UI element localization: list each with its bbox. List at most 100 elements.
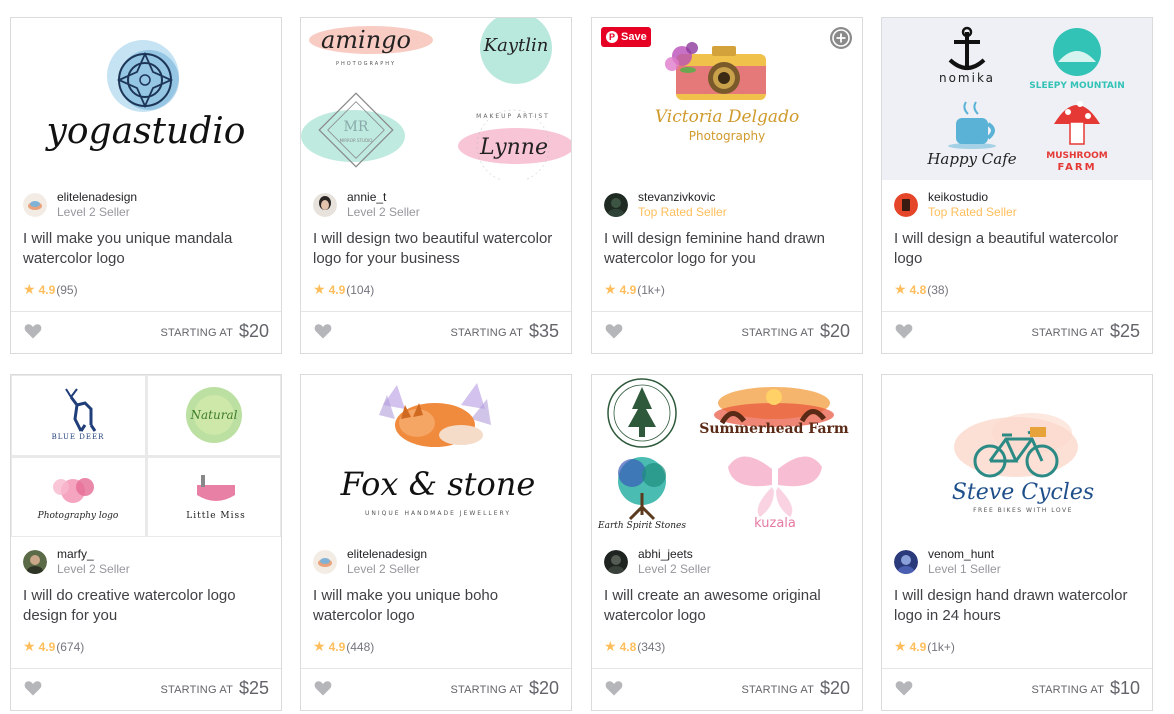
seller-level: Level 2 Seller bbox=[57, 562, 130, 576]
seller-level: Top Rated Seller bbox=[928, 205, 1017, 219]
heart-icon[interactable] bbox=[895, 680, 913, 696]
logo-text: Steve Cycles bbox=[952, 480, 1094, 505]
heart-icon[interactable] bbox=[605, 680, 623, 696]
logo-subtext: UNIQUE HANDMADE JEWELLERY bbox=[365, 510, 511, 517]
gig-card[interactable]: Victoria Delgado Photography P Save stev… bbox=[591, 17, 863, 354]
price-label: STARTING AT bbox=[1031, 327, 1104, 339]
logo-text: Earth Spirit Stones bbox=[597, 521, 686, 531]
seller-name[interactable]: marfy_ bbox=[57, 547, 94, 561]
rating: ★ 4.9(674) bbox=[23, 638, 84, 655]
gig-title[interactable]: I will design two beautiful watercolor l… bbox=[313, 229, 561, 269]
rating-score: 4.8 bbox=[619, 640, 637, 654]
gig-title[interactable]: I will make you unique boho watercolor l… bbox=[313, 586, 561, 626]
heart-icon[interactable] bbox=[314, 680, 332, 696]
avatar[interactable] bbox=[604, 550, 628, 574]
gig-card[interactable]: Steve Cycles FREE BIKES WITH LOVE venom_… bbox=[881, 374, 1153, 711]
gig-thumbnail[interactable]: amingo PHOTOGRAPHY Kaytlin MR MIRROR STU… bbox=[301, 18, 571, 180]
rating-score: 4.9 bbox=[619, 283, 637, 297]
rating-count: (448) bbox=[346, 640, 375, 654]
seller-name[interactable]: venom_hunt bbox=[928, 547, 994, 561]
gig-card[interactable]: BLUE DEER Natural Photography logo Littl… bbox=[10, 374, 282, 711]
logo-text: amingo bbox=[321, 26, 411, 54]
plus-circle-icon[interactable] bbox=[829, 26, 853, 50]
pinterest-save-button[interactable]: P Save bbox=[601, 27, 651, 47]
price-value[interactable]: $25 bbox=[1110, 321, 1140, 342]
avatar[interactable] bbox=[23, 550, 47, 574]
card-footer: STARTING AT $25 bbox=[882, 311, 1152, 353]
rating-count: (1k+) bbox=[637, 283, 665, 297]
seller-name[interactable]: keikostudio bbox=[928, 190, 988, 204]
price-value[interactable]: $25 bbox=[239, 678, 269, 699]
heart-icon[interactable] bbox=[24, 323, 42, 339]
seller-level: Level 2 Seller bbox=[347, 205, 420, 219]
price-label: STARTING AT bbox=[741, 684, 814, 696]
gig-thumbnail[interactable]: Summerhead Farm Earth Spirit Stones kuza… bbox=[592, 375, 862, 537]
rating: ★ 4.9(95) bbox=[23, 281, 78, 298]
logo-text: Fox & stone bbox=[340, 465, 536, 503]
logo-subtext: PHOTOGRAPHY bbox=[336, 61, 396, 67]
rating-score: 4.9 bbox=[38, 283, 56, 297]
gig-title[interactable]: I will design a beautiful watercolor log… bbox=[894, 229, 1142, 269]
rating-count: (38) bbox=[927, 283, 949, 297]
logo-text: Summerhead Farm bbox=[699, 421, 849, 437]
price-value[interactable]: $20 bbox=[820, 678, 850, 699]
star-icon: ★ bbox=[894, 281, 907, 297]
gig-card[interactable]: yogastudio elitelenadesign Level 2 Selle… bbox=[10, 17, 282, 354]
gig-thumbnail[interactable]: Victoria Delgado Photography P Save bbox=[592, 18, 862, 180]
price-value[interactable]: $20 bbox=[820, 321, 850, 342]
logo-subtext: MAKEUP ARTIST bbox=[476, 113, 550, 120]
rating-score: 4.9 bbox=[328, 283, 346, 297]
star-icon: ★ bbox=[23, 638, 36, 654]
avatar[interactable] bbox=[313, 193, 337, 217]
seller-name[interactable]: stevanzivkovic bbox=[638, 190, 715, 204]
avatar[interactable] bbox=[894, 193, 918, 217]
avatar[interactable] bbox=[604, 193, 628, 217]
seller-name[interactable]: elitelenadesign bbox=[57, 190, 137, 204]
heart-icon[interactable] bbox=[314, 323, 332, 339]
price-value[interactable]: $10 bbox=[1110, 678, 1140, 699]
logo-text: kuzala bbox=[754, 516, 796, 531]
avatar[interactable] bbox=[313, 550, 337, 574]
heart-icon[interactable] bbox=[895, 323, 913, 339]
gig-card[interactable]: amingo PHOTOGRAPHY Kaytlin MR MIRROR STU… bbox=[300, 17, 572, 354]
gig-title[interactable]: I will design feminine hand drawn waterc… bbox=[604, 229, 852, 269]
gig-title[interactable]: I will do creative watercolor logo desig… bbox=[23, 586, 271, 626]
card-footer: STARTING AT $20 bbox=[11, 311, 281, 353]
gig-thumbnail[interactable]: Steve Cycles FREE BIKES WITH LOVE bbox=[882, 375, 1152, 537]
gig-title[interactable]: I will create an awesome original waterc… bbox=[604, 586, 852, 626]
save-label: Save bbox=[621, 31, 647, 43]
rating-count: (1k+) bbox=[927, 640, 955, 654]
rating-score: 4.8 bbox=[909, 283, 927, 297]
rating-score: 4.9 bbox=[909, 640, 927, 654]
seller-name[interactable]: annie_t bbox=[347, 190, 386, 204]
price-value[interactable]: $35 bbox=[529, 321, 559, 342]
seller-name[interactable]: elitelenadesign bbox=[347, 547, 427, 561]
seller-level: Level 2 Seller bbox=[347, 562, 420, 576]
logo-subtext: MIRROR STUDIO bbox=[340, 138, 373, 143]
price-value[interactable]: $20 bbox=[529, 678, 559, 699]
gig-card[interactable]: Summerhead Farm Earth Spirit Stones kuza… bbox=[591, 374, 863, 711]
gig-title[interactable]: I will make you unique mandala watercolo… bbox=[23, 229, 271, 269]
star-icon: ★ bbox=[604, 281, 617, 297]
gig-thumbnail[interactable]: yogastudio bbox=[11, 18, 281, 180]
gig-card[interactable]: Fox & stone UNIQUE HANDMADE JEWELLERY el… bbox=[300, 374, 572, 711]
gig-thumbnail[interactable]: nomika SLEEPY MOUNTAIN Happy Cafe MUSHRO… bbox=[882, 18, 1152, 180]
card-footer: STARTING AT $20 bbox=[301, 668, 571, 710]
gig-thumbnail[interactable]: BLUE DEER Natural Photography logo Littl… bbox=[11, 375, 281, 537]
gig-card[interactable]: nomika SLEEPY MOUNTAIN Happy Cafe MUSHRO… bbox=[881, 17, 1153, 354]
gig-title[interactable]: I will design hand drawn watercolor logo… bbox=[894, 586, 1142, 626]
rating-count: (95) bbox=[56, 283, 78, 297]
price-label: STARTING AT bbox=[1031, 684, 1104, 696]
logo-text: SLEEPY MOUNTAIN bbox=[1029, 81, 1125, 91]
logo-text: FARM bbox=[1057, 162, 1096, 173]
rating: ★ 4.9(1k+) bbox=[894, 638, 955, 655]
seller-name[interactable]: abhi_jeets bbox=[638, 547, 693, 561]
price-label: STARTING AT bbox=[450, 327, 523, 339]
avatar[interactable] bbox=[23, 193, 47, 217]
heart-icon[interactable] bbox=[24, 680, 42, 696]
star-icon: ★ bbox=[313, 281, 326, 297]
heart-icon[interactable] bbox=[605, 323, 623, 339]
price-value[interactable]: $20 bbox=[239, 321, 269, 342]
avatar[interactable] bbox=[894, 550, 918, 574]
gig-thumbnail[interactable]: Fox & stone UNIQUE HANDMADE JEWELLERY bbox=[301, 375, 571, 537]
